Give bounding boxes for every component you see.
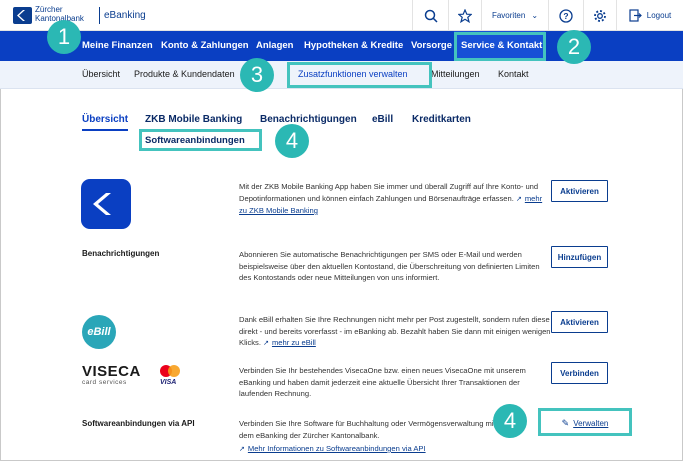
annotation-marker-1: 1: [47, 20, 81, 54]
ebill-activate-button[interactable]: Aktivieren: [551, 311, 608, 333]
zkb-mobile-app-icon: [81, 179, 131, 229]
main-nav-hypotheken-kredite[interactable]: Hypotheken & Kredite: [304, 40, 403, 51]
chevron-down-icon: ⌄: [531, 11, 539, 20]
viseca-logo-text: VISECA: [82, 363, 141, 380]
ebill-logo-text: eBill: [87, 326, 111, 338]
highlight-service-kontakt: [454, 32, 546, 61]
search-icon: [424, 9, 438, 23]
sub-nav-uebersicht[interactable]: Übersicht: [82, 69, 120, 79]
tab-uebersicht[interactable]: Übersicht: [82, 114, 128, 125]
zkb-logo-icon[interactable]: [13, 7, 32, 24]
annotation-marker-4b: 4: [493, 404, 527, 438]
main-nav-meine-finanzen[interactable]: Meine Finanzen: [82, 40, 153, 51]
external-link-icon: ↗: [239, 446, 245, 453]
annotation-marker-2: 2: [557, 30, 591, 64]
help-icon: ?: [559, 8, 573, 23]
zkb-mobile-description: Mit der ZKB Mobile Banking App haben Sie…: [239, 181, 551, 217]
zkb-mobile-description-text: Mit der ZKB Mobile Banking App haben Sie…: [239, 182, 539, 203]
benachrichtigungen-description: Abonnieren Sie automatische Benachrichti…: [239, 250, 540, 282]
highlight-softwareanbindungen: [139, 129, 262, 151]
star-icon: [458, 8, 472, 23]
logout-label: Logout: [646, 11, 672, 20]
logo-divider: [99, 7, 100, 24]
visa-logo: VISA: [160, 379, 177, 386]
main-nav-vorsorge[interactable]: Vorsorge: [411, 40, 452, 51]
sub-nav-mitteilungen[interactable]: Mitteilungen: [431, 69, 480, 79]
zkb-mobile-activate-button[interactable]: Aktivieren: [551, 180, 608, 202]
tab-zkb-mobile-banking[interactable]: ZKB Mobile Banking: [145, 114, 242, 125]
tab-ebill[interactable]: eBill: [372, 114, 393, 125]
annotation-marker-3: 3: [240, 58, 274, 92]
ebill-logo: eBill: [82, 315, 116, 349]
benachrichtigungen-label: Benachrichtigungen: [82, 249, 160, 258]
mastercard-icon: [160, 365, 180, 377]
annotation-marker-4: 4: [275, 124, 309, 158]
viseca-logo: VISECA card services: [82, 364, 141, 386]
favorites-dropdown[interactable]: Favoriten ⌄: [481, 0, 548, 31]
viseca-connect-button[interactable]: Verbinden: [551, 362, 608, 384]
favorites-label: Favoriten: [491, 11, 526, 20]
external-link-icon: ↗: [515, 195, 522, 203]
sub-nav-kontakt[interactable]: Kontakt: [498, 69, 529, 79]
api-label: Softwareanbindungen via API: [82, 419, 195, 428]
active-tab-underline: [82, 129, 128, 131]
tab-benachrichtigungen[interactable]: Benachrichtigungen: [260, 114, 357, 125]
search-button[interactable]: [412, 0, 448, 31]
tab-kreditkarten[interactable]: Kreditkarten: [412, 114, 471, 125]
highlight-api-verwalten: [538, 408, 632, 436]
viseca-logo-subtext: card services: [82, 379, 127, 386]
main-nav-anlagen[interactable]: Anlagen: [256, 40, 293, 51]
api-more-info-link[interactable]: Mehr Informationen zu Softwareanbindunge…: [248, 444, 426, 453]
help-button[interactable]: ?: [548, 0, 583, 31]
viseca-description: Verbinden Sie Ihr bestehendes VisecaOne …: [239, 366, 526, 398]
svg-text:?: ?: [563, 11, 568, 21]
top-bar: Zürcher Kantonalbank eBanking Favoriten …: [0, 0, 683, 31]
benachrichtigungen-add-button[interactable]: Hinzufügen: [551, 246, 608, 268]
api-description: Verbinden Sie Ihre Software für Buchhalt…: [239, 418, 509, 456]
settings-button[interactable]: [583, 0, 616, 31]
ebill-more-link[interactable]: mehr zu eBill: [272, 338, 316, 347]
sub-nav-produkte-kundendaten[interactable]: Produkte & Kundendaten: [134, 69, 235, 79]
gear-icon: [594, 9, 606, 22]
highlight-zusatzfunktionen: [287, 62, 432, 88]
ebill-description: Dank eBill erhalten Sie Ihre Rechnungen …: [239, 314, 551, 350]
external-link-icon: ↗: [263, 340, 269, 347]
favorite-star-button[interactable]: [448, 0, 481, 31]
logout-button[interactable]: Logout: [616, 0, 683, 31]
api-description-text: Verbinden Sie Ihre Software für Buchhalt…: [239, 419, 496, 440]
product-title: eBanking: [104, 10, 146, 21]
logout-icon: [629, 9, 642, 22]
main-nav-konto-zahlungen[interactable]: Konto & Zahlungen: [161, 40, 249, 51]
